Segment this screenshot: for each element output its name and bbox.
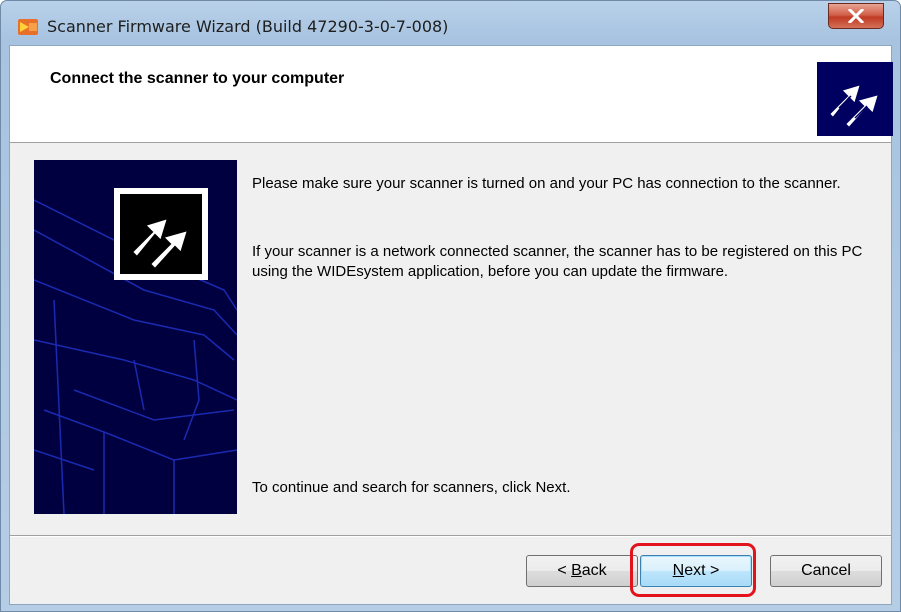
back-button-prefix: < <box>557 562 572 579</box>
title-bar[interactable]: Scanner Firmware Wizard (Build 47290-3-0… <box>1 1 900 45</box>
cancel-button[interactable]: Cancel <box>770 555 882 587</box>
next-button-mnemonic: N <box>672 562 685 579</box>
footer-separator <box>10 535 891 537</box>
wizard-arrows-logo-icon <box>817 62 893 136</box>
next-button-label: ext > <box>684 562 720 579</box>
back-button[interactable]: < Back <box>526 555 638 587</box>
next-button[interactable]: Next > <box>640 555 752 587</box>
wizard-body: Connect the scanner to your computer Ple… <box>9 45 893 605</box>
wizard-window: Scanner Firmware Wizard (Build 47290-3-0… <box>0 0 901 612</box>
scanner-illustration <box>34 160 237 514</box>
wizard-sidebar-image <box>34 160 237 514</box>
instruction-text: Please make sure your scanner is turned … <box>252 175 841 192</box>
back-button-label: ack <box>581 562 607 579</box>
page-title: Connect the scanner to your computer <box>50 70 345 87</box>
back-button-mnemonic: B <box>571 562 582 579</box>
scanner-app-icon <box>18 19 38 35</box>
wizard-header: Connect the scanner to your computer <box>10 46 893 143</box>
continue-instruction: To continue and search for scanners, cli… <box>252 479 571 496</box>
close-button[interactable] <box>828 3 884 29</box>
close-icon <box>848 9 864 23</box>
window-title: Scanner Firmware Wizard (Build 47290-3-0… <box>47 17 449 36</box>
network-scanner-note: If your scanner is a network connected s… <box>252 243 863 280</box>
